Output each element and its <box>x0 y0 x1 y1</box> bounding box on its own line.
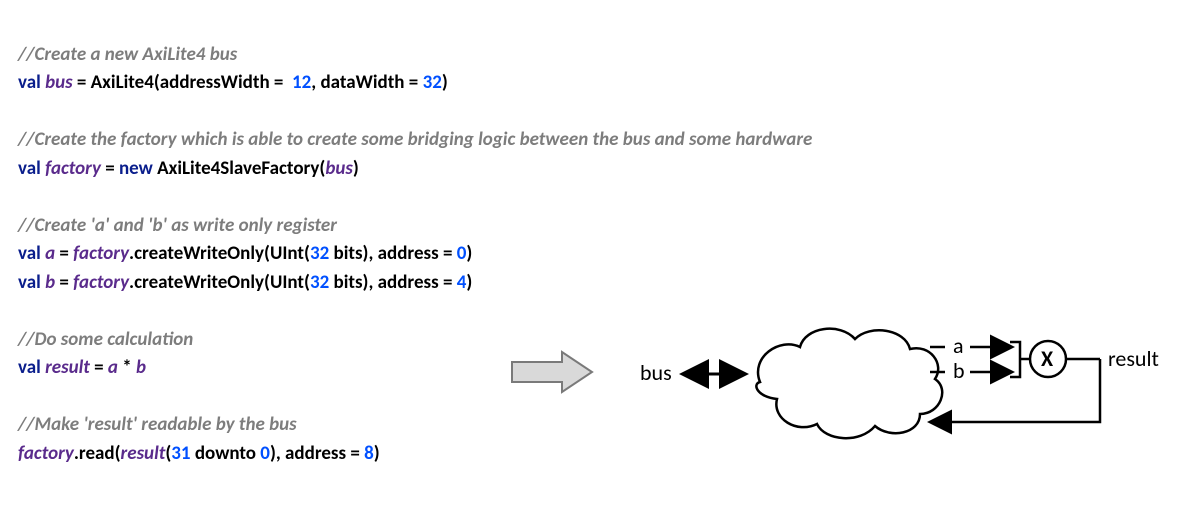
id-factory: factory <box>45 157 101 180</box>
num: 0 <box>457 242 467 265</box>
id-a: a <box>45 242 55 265</box>
num: 4 <box>457 271 467 294</box>
txt: ) <box>466 242 472 265</box>
txt: bits), address = <box>329 242 457 265</box>
num: 32 <box>310 242 329 265</box>
id-a: a <box>108 356 118 379</box>
txt: = <box>90 356 108 379</box>
bus-label: bus <box>640 359 672 386</box>
comment: //Create the factory which is able to cr… <box>18 128 812 151</box>
num: 31 <box>171 442 190 465</box>
id-bus: bus <box>325 157 353 180</box>
kw-val: val <box>18 157 45 180</box>
result-label: result <box>1108 345 1159 372</box>
kw-val: val <box>18 242 45 265</box>
id-result: result <box>121 442 166 465</box>
num: 32 <box>423 71 442 94</box>
num: 12 <box>292 71 311 94</box>
comment: //Create 'a' and 'b' as write only regis… <box>18 214 337 237</box>
txt: ) <box>353 157 359 180</box>
txt: ) <box>442 71 448 94</box>
a-label: a <box>953 332 964 359</box>
txt: bits), address = <box>329 271 457 294</box>
id-factory: factory <box>18 442 74 465</box>
txt: = <box>55 242 73 265</box>
id-b: b <box>136 356 146 379</box>
num: 0 <box>260 442 270 465</box>
comment: //Make 'result' readable by the bus <box>18 413 297 436</box>
id-result: result <box>45 356 90 379</box>
id-factory: factory <box>73 242 129 265</box>
txt: , dataWidth = <box>311 71 422 94</box>
txt: ) <box>374 442 380 465</box>
cloud-icon <box>756 329 942 438</box>
txt: = <box>101 157 119 180</box>
kw-val: val <box>18 71 45 94</box>
txt: = AxiLite4(addressWidth = <box>73 71 292 94</box>
x-label: X <box>1041 345 1054 372</box>
txt: = <box>55 271 73 294</box>
comment: //Create a new AxiLite4 bus <box>18 43 237 66</box>
txt: AxiLite4SlaveFactory( <box>157 157 325 180</box>
txt: ), address = <box>270 442 364 465</box>
diagram: bus a b X result <box>500 312 1180 462</box>
comment: //Do some calculation <box>18 328 193 351</box>
txt: .read( <box>74 442 121 465</box>
num: 32 <box>310 271 329 294</box>
id-b: b <box>45 271 55 294</box>
txt: downto <box>191 442 261 465</box>
txt: .createWriteOnly(UInt( <box>129 271 310 294</box>
txt: .createWriteOnly(UInt( <box>129 242 310 265</box>
txt: ) <box>466 271 472 294</box>
arrow-icon <box>512 352 592 392</box>
kw-val: val <box>18 356 45 379</box>
b-label: b <box>953 357 965 384</box>
id-factory: factory <box>73 271 129 294</box>
page: //Create a new AxiLite4 bus val bus = Ax… <box>0 0 1184 509</box>
id-bus: bus <box>45 71 73 94</box>
kw-val: val <box>18 271 45 294</box>
num: 8 <box>364 442 374 465</box>
kw-new: new <box>119 157 157 180</box>
txt: * <box>118 356 136 379</box>
